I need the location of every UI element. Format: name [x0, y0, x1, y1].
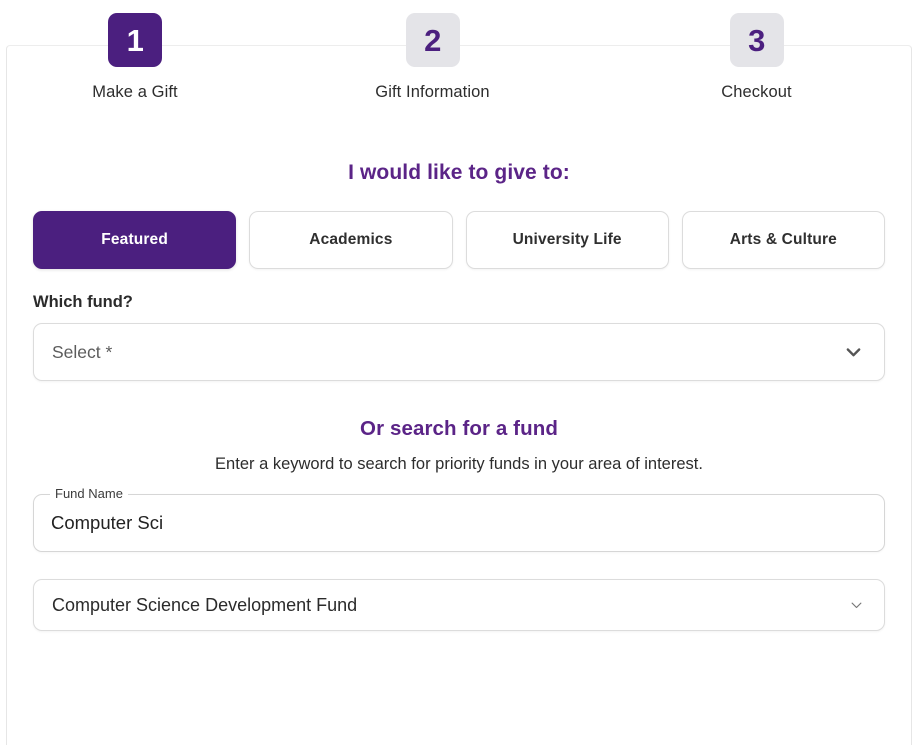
stepper-step-checkout[interactable]: 3 Checkout	[595, 13, 918, 102]
which-fund-select[interactable]: Select *	[33, 323, 885, 381]
fund-name-field-wrapper: Fund Name	[33, 486, 885, 552]
step-label-1: Make a Gift	[92, 83, 178, 101]
step-number-badge-1: 1	[108, 13, 162, 67]
tab-academics[interactable]: Academics	[249, 211, 453, 269]
tab-university-life[interactable]: University Life	[465, 211, 669, 269]
checkout-stepper: 1 Make a Gift 2 Gift Information 3 Check…	[0, 0, 918, 102]
tab-arts-and-culture[interactable]: Arts & Culture	[681, 211, 885, 269]
give-to-heading: I would like to give to:	[348, 161, 570, 184]
chevron-down-icon	[851, 602, 862, 609]
step-label-3: Checkout	[721, 83, 792, 101]
fund-search-result-dropdown[interactable]: Computer Science Development Fund	[33, 579, 885, 631]
fund-name-input[interactable]	[34, 495, 884, 551]
search-fund-subtext: Enter a keyword to search for priority f…	[215, 455, 703, 473]
fund-search-result-value: Computer Science Development Fund	[52, 594, 358, 615]
stepper-step-gift-information[interactable]: 2 Gift Information	[270, 13, 595, 102]
which-fund-select-value: Select *	[52, 341, 113, 362]
category-tab-group: Featured Academics University Life Arts …	[0, 211, 918, 269]
fund-name-label: Fund Name	[50, 486, 128, 502]
step-number-badge-3: 3	[729, 13, 784, 67]
step-number-badge-2: 2	[405, 13, 460, 67]
which-fund-label: Which fund?	[33, 293, 133, 311]
tab-featured[interactable]: Featured	[33, 211, 237, 269]
stepper-step-make-a-gift[interactable]: 1 Make a Gift	[0, 13, 270, 102]
step-label-2: Gift Information	[375, 83, 490, 101]
search-fund-heading: Or search for a fund	[360, 417, 558, 440]
chevron-down-icon	[846, 348, 861, 357]
donation-form-page: 1 Make a Gift 2 Gift Information 3 Check…	[0, 0, 918, 664]
